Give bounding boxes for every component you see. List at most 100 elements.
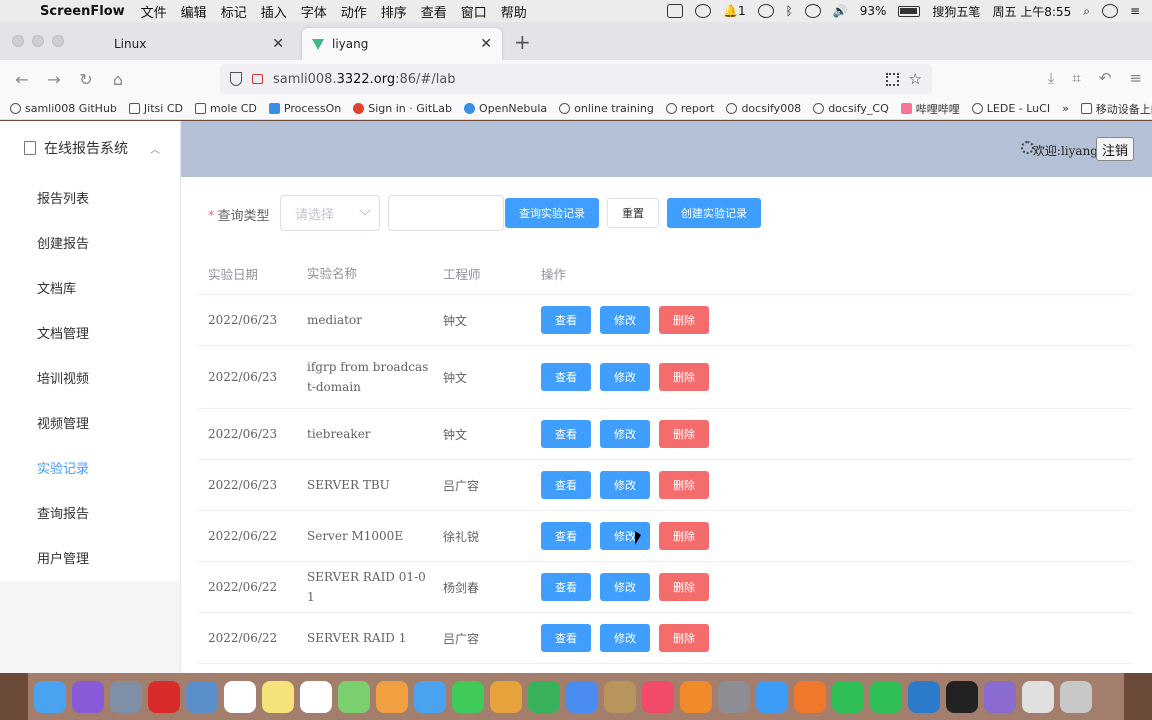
url-text[interactable]: samli008.3322.org:86/#/lab — [273, 72, 876, 87]
minimize-window-button[interactable] — [32, 35, 44, 47]
finder-icon[interactable] — [34, 680, 66, 713]
edit-button[interactable]: 修改 — [600, 471, 650, 499]
bookmark-jitsi[interactable]: Jitsi CD — [128, 102, 183, 115]
menu-view[interactable]: 查看 — [421, 2, 447, 21]
bookmark-github[interactable]: samli008 GitHub — [10, 102, 117, 115]
clock[interactable]: 周五 上午8:55 — [992, 3, 1071, 20]
bookmark-lede[interactable]: LEDE - LuCI — [971, 102, 1050, 115]
opera-icon[interactable] — [148, 680, 180, 713]
keynote-alt-icon[interactable] — [490, 680, 522, 713]
menu-action[interactable]: 动作 — [341, 2, 367, 21]
siri-icon[interactable] — [72, 680, 104, 713]
archive-icon[interactable] — [604, 680, 636, 713]
bookmark-docsify-cq[interactable]: docsify_CQ — [813, 102, 889, 115]
spotlight-search-icon[interactable]: ⌕ — [1083, 4, 1090, 19]
airplay-icon[interactable] — [804, 4, 821, 18]
input-method[interactable]: 搜狗五笔 — [932, 3, 980, 20]
bluetooth-icon[interactable]: ᛒ — [786, 4, 793, 18]
sidebar-item-user-management[interactable]: 用户管理 — [0, 535, 180, 580]
sidebar-item-create-report[interactable]: 创建报告 — [0, 220, 180, 265]
url-bar[interactable]: samli008.3322.org:86/#/lab ☆ — [220, 64, 932, 94]
tab-linux[interactable]: Linux ✕ — [94, 28, 294, 60]
view-button[interactable]: 查看 — [541, 306, 591, 334]
menu-edit[interactable]: 编辑 — [181, 2, 207, 21]
zoom-window-button[interactable] — [52, 35, 64, 47]
view-button[interactable]: 查看 — [541, 420, 591, 448]
numbers-icon[interactable] — [528, 680, 560, 713]
vscode-icon[interactable] — [908, 680, 940, 713]
menu-window[interactable]: 窗口 — [461, 2, 487, 21]
reminders-icon[interactable] — [300, 680, 332, 713]
edit-button[interactable]: 修改 — [600, 573, 650, 601]
edit-button[interactable]: 修改 — [600, 306, 650, 334]
bookmark-report[interactable]: report — [665, 102, 714, 115]
launchpad-icon[interactable] — [110, 680, 142, 713]
screenflow-icon[interactable] — [984, 680, 1016, 713]
sidebar-item-report-list[interactable]: 报告列表 — [0, 175, 180, 220]
sidebar-item-doc-management[interactable]: 文档管理 — [0, 310, 180, 355]
bookmark-online-training[interactable]: online training — [559, 102, 654, 115]
sidebar-item-doc-library[interactable]: 文档库 — [0, 265, 180, 310]
bookmark-bilibili[interactable]: 哔哩哔哩 — [900, 101, 960, 117]
query-records-button[interactable]: 查询实验记录 — [505, 198, 599, 228]
delete-button[interactable]: 删除 — [659, 573, 709, 601]
qr-code-icon[interactable] — [885, 72, 899, 86]
reset-button[interactable]: 重置 — [607, 198, 659, 228]
view-button[interactable]: 查看 — [541, 573, 591, 601]
view-button[interactable]: 查看 — [541, 522, 591, 550]
edit-button[interactable]: 修改 — [600, 420, 650, 448]
safari-icon[interactable] — [756, 680, 788, 713]
calendar-icon[interactable] — [224, 680, 256, 713]
bookmark-mole[interactable]: mole CD — [194, 102, 257, 115]
view-button[interactable]: 查看 — [541, 363, 591, 391]
sidebar-item-query-report[interactable]: 查询报告 — [0, 490, 180, 535]
forward-icon[interactable]: → — [38, 70, 70, 89]
wechat-icon[interactable] — [832, 680, 864, 713]
bookmark-mobile[interactable]: 移动设备上的书签 — [1080, 101, 1152, 117]
more-bookmarks-chevron-icon[interactable]: » — [1062, 102, 1069, 115]
edit-button[interactable]: 修改 — [600, 363, 650, 391]
bookmark-docsify008[interactable]: docsify008 — [726, 102, 801, 115]
at-icon[interactable] — [757, 4, 774, 18]
create-record-button[interactable]: 创建实验记录 — [667, 198, 761, 228]
delete-button[interactable]: 删除 — [659, 363, 709, 391]
new-tab-icon[interactable]: + — [514, 30, 531, 60]
bookmark-star-icon[interactable]: ☆ — [909, 70, 922, 88]
query-input[interactable] — [388, 195, 504, 231]
photos-icon[interactable] — [376, 680, 408, 713]
menu-insert[interactable]: 插入 — [261, 2, 287, 21]
wechat-work-icon[interactable] — [870, 680, 902, 713]
trash-icon[interactable] — [1060, 680, 1092, 713]
view-button[interactable]: 查看 — [541, 624, 591, 652]
tracking-shield-icon[interactable] — [230, 72, 242, 86]
delete-button[interactable]: 删除 — [659, 306, 709, 334]
tab-liyang[interactable]: liyang ✕ — [302, 28, 502, 60]
system-preferences-icon[interactable] — [718, 680, 750, 713]
delete-button[interactable]: 删除 — [659, 420, 709, 448]
sidebar-item-lab-records[interactable]: 实验记录 — [0, 445, 180, 490]
close-tab-icon[interactable]: ✕ — [272, 36, 284, 52]
app-menu[interactable]: ScreenFlow — [40, 4, 125, 19]
music-icon[interactable] — [642, 680, 674, 713]
delete-button[interactable]: 删除 — [659, 522, 709, 550]
preview-icon[interactable] — [186, 680, 218, 713]
notes-icon[interactable] — [262, 680, 294, 713]
view-button[interactable]: 查看 — [541, 471, 591, 499]
undo-icon[interactable]: ↶ — [1099, 69, 1112, 87]
close-window-button[interactable] — [12, 35, 24, 47]
reload-icon[interactable]: ↻ — [70, 70, 102, 89]
query-type-select[interactable]: 请选择 — [280, 195, 380, 231]
keynote-icon[interactable] — [566, 680, 598, 713]
screenshot-crop-icon[interactable]: ⌗ — [1072, 69, 1080, 87]
volume-icon[interactable]: 🔊 — [833, 4, 848, 18]
menu-arrange[interactable]: 排序 — [381, 2, 407, 21]
back-icon[interactable]: ← — [6, 70, 38, 89]
menu-mark[interactable]: 标记 — [221, 2, 247, 21]
bookmark-opennebula[interactable]: OpenNebula — [464, 102, 547, 115]
siri-icon[interactable] — [1101, 4, 1118, 18]
close-tab-icon[interactable]: ✕ — [480, 36, 492, 52]
messages-icon[interactable] — [414, 680, 446, 713]
delete-button[interactable]: 删除 — [659, 471, 709, 499]
sidebar-system-title[interactable]: 在线报告系统 ︿ — [0, 121, 180, 175]
control-center-icon[interactable]: ≡ — [1130, 4, 1140, 18]
